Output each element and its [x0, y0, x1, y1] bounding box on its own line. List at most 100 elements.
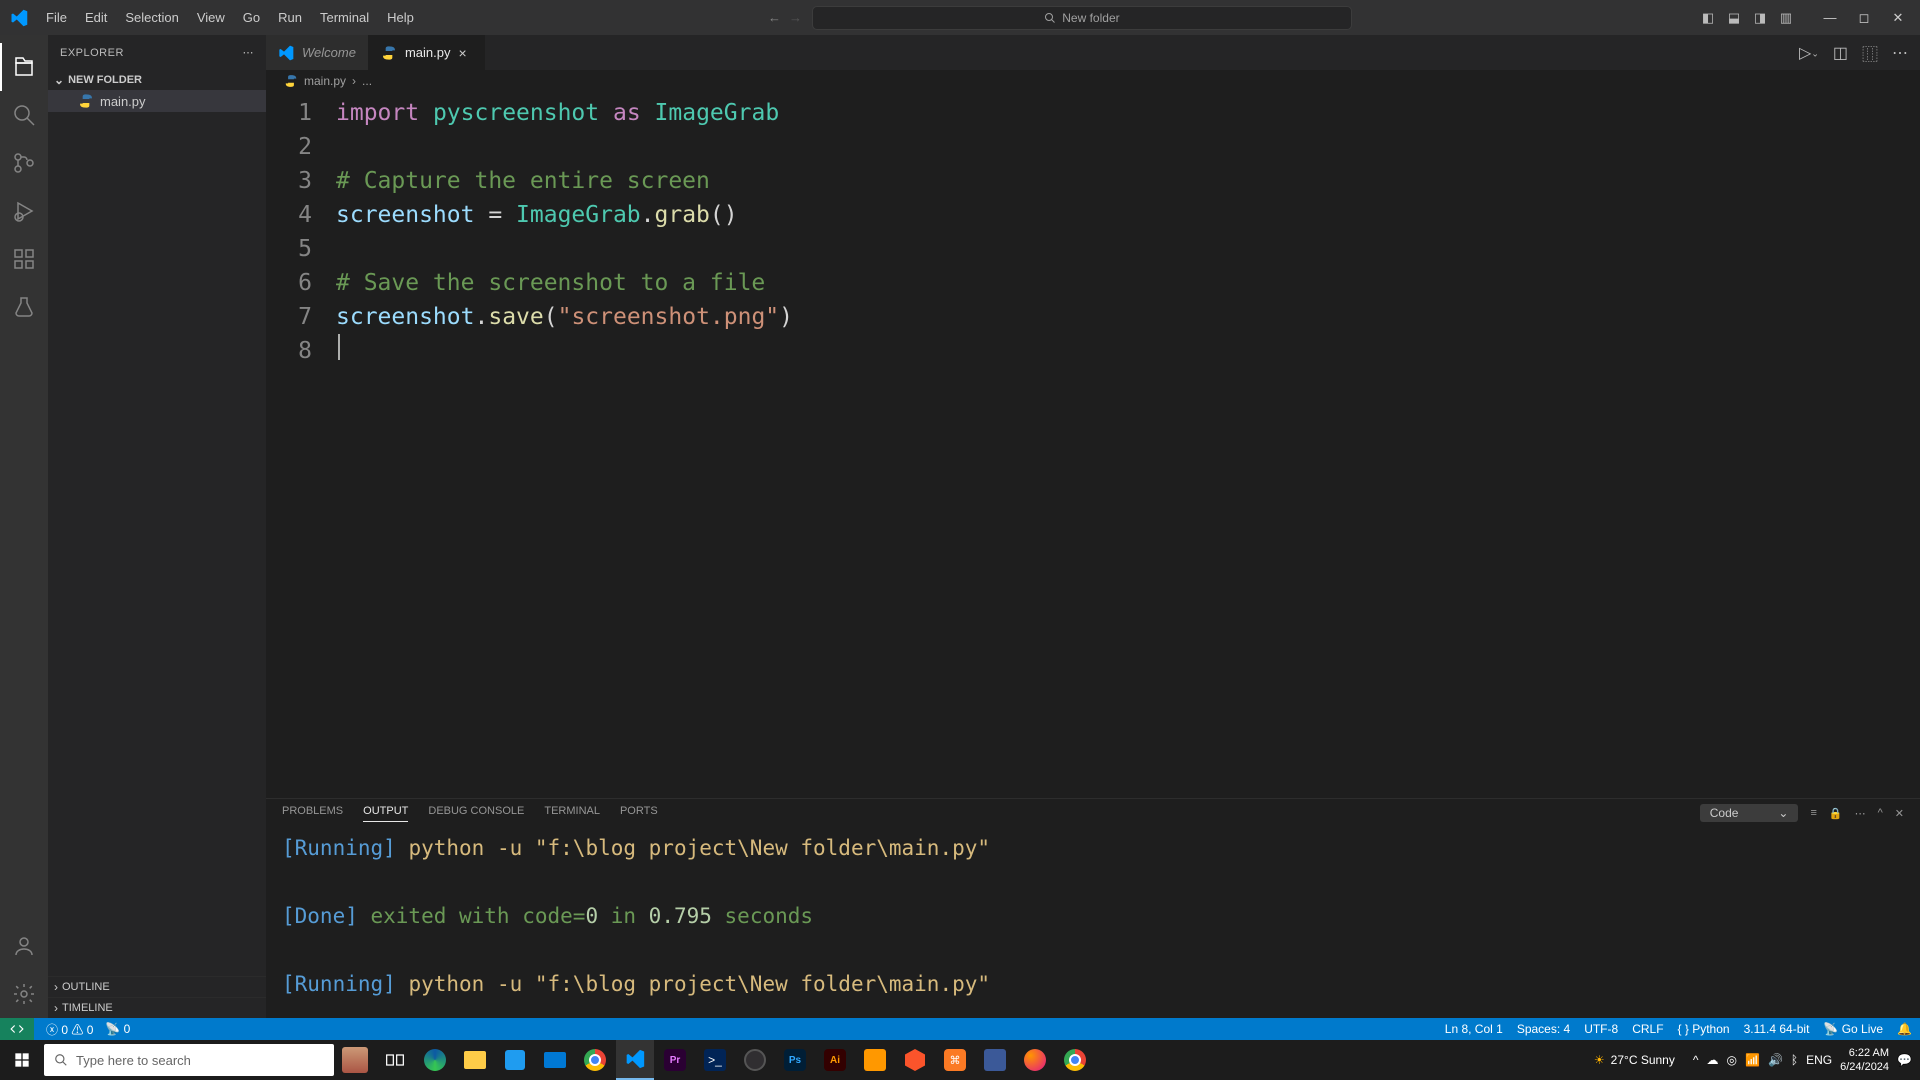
- taskbar-powershell-icon[interactable]: >_: [696, 1040, 734, 1080]
- status-language[interactable]: { } Python: [1678, 1022, 1730, 1036]
- panel-tab-terminal[interactable]: TERMINAL: [544, 805, 600, 821]
- menu-run[interactable]: Run: [270, 6, 310, 29]
- customize-layout-icon[interactable]: ▥: [1776, 10, 1796, 26]
- chevron-down-icon: ⌄: [1778, 806, 1788, 820]
- code-editor[interactable]: 12345678 import pyscreenshot as ImageGra…: [266, 92, 1920, 798]
- menu-help[interactable]: Help: [379, 6, 422, 29]
- status-python-version[interactable]: 3.11.4 64-bit: [1744, 1022, 1810, 1036]
- activity-explorer-icon[interactable]: [0, 43, 48, 91]
- window-maximize-icon[interactable]: ◻: [1850, 10, 1878, 26]
- nav-back-icon[interactable]: ←: [768, 10, 781, 25]
- taskbar-vscode-icon[interactable]: [616, 1040, 654, 1080]
- status-cursor-position[interactable]: Ln 8, Col 1: [1445, 1022, 1503, 1036]
- taskbar-obs-icon[interactable]: [736, 1040, 774, 1080]
- nav-forward-icon[interactable]: →: [789, 10, 802, 25]
- explorer-more-icon[interactable]: ⋯: [243, 46, 255, 59]
- output-channel-selector[interactable]: Code⌄: [1700, 804, 1799, 822]
- menu-file[interactable]: File: [38, 6, 75, 29]
- menu-go[interactable]: Go: [235, 6, 268, 29]
- tab-welcome[interactable]: Welcome: [266, 35, 369, 70]
- taskbar-app-icon[interactable]: [976, 1040, 1014, 1080]
- taskbar-explorer-icon[interactable]: [456, 1040, 494, 1080]
- folder-header[interactable]: ⌄ NEW FOLDER: [48, 70, 266, 90]
- activity-source-control-icon[interactable]: [0, 139, 48, 187]
- taskbar-sublime-icon[interactable]: [856, 1040, 894, 1080]
- taskbar-edge-icon[interactable]: [416, 1040, 454, 1080]
- python-file-icon: [381, 45, 397, 61]
- taskbar-store-icon[interactable]: [496, 1040, 534, 1080]
- tab-close-icon[interactable]: ×: [458, 45, 472, 61]
- taskbar-premiere-icon[interactable]: Pr: [656, 1040, 694, 1080]
- breadcrumb-file: main.py: [304, 74, 346, 88]
- status-errors[interactable]: ⓧ 0 ⚠ 0: [46, 1021, 93, 1038]
- menu-edit[interactable]: Edit: [77, 6, 115, 29]
- command-center-search[interactable]: New folder: [812, 6, 1352, 30]
- panel-maximize-icon[interactable]: ^: [1878, 807, 1883, 819]
- tray-bluetooth-icon[interactable]: ᛒ: [1791, 1053, 1798, 1067]
- menu-selection[interactable]: Selection: [117, 6, 186, 29]
- outline-section[interactable]: ›OUTLINE: [48, 976, 266, 997]
- activity-settings-icon[interactable]: [0, 970, 48, 1018]
- activity-run-debug-icon[interactable]: [0, 187, 48, 235]
- remote-indicator-icon[interactable]: [0, 1018, 34, 1040]
- taskbar-brave-icon[interactable]: [896, 1040, 934, 1080]
- taskbar-chrome-icon[interactable]: [576, 1040, 614, 1080]
- taskbar-weather[interactable]: ☀ 27°C Sunny: [1594, 1053, 1675, 1067]
- tray-language[interactable]: ENG: [1806, 1053, 1832, 1067]
- status-eol[interactable]: CRLF: [1632, 1022, 1663, 1036]
- taskbar-photoshop-icon[interactable]: Ps: [776, 1040, 814, 1080]
- output-content[interactable]: [Running] python -u "f:\blog project\New…: [266, 827, 1920, 1018]
- tray-notifications-icon[interactable]: 💬: [1897, 1053, 1912, 1067]
- window-close-icon[interactable]: ✕: [1884, 10, 1912, 26]
- panel-tab-ports[interactable]: PORTS: [620, 805, 658, 821]
- panel-close-icon[interactable]: ✕: [1895, 807, 1904, 820]
- status-indentation[interactable]: Spaces: 4: [1517, 1022, 1570, 1036]
- output-lock-icon[interactable]: 🔒: [1829, 807, 1843, 820]
- start-button[interactable]: [2, 1040, 42, 1080]
- activity-extensions-icon[interactable]: [0, 235, 48, 283]
- taskbar-firefox-icon[interactable]: [1016, 1040, 1054, 1080]
- menu-terminal[interactable]: Terminal: [312, 6, 377, 29]
- panel-tab-output[interactable]: OUTPUT: [363, 805, 408, 822]
- status-go-live[interactable]: 📡 Go Live: [1823, 1022, 1883, 1036]
- taskbar-clock[interactable]: 6:22 AM 6/24/2024: [1840, 1046, 1889, 1074]
- tray-network-icon[interactable]: 📶: [1745, 1053, 1760, 1067]
- split-right-icon[interactable]: ⿲: [1862, 41, 1878, 65]
- tray-onedrive-icon[interactable]: ☁: [1707, 1053, 1719, 1067]
- output-filter-icon[interactable]: ≡: [1810, 807, 1816, 819]
- status-ports[interactable]: 📡 0: [105, 1022, 130, 1036]
- taskbar-doodle-icon[interactable]: [336, 1040, 374, 1080]
- activity-accounts-icon[interactable]: [0, 922, 48, 970]
- tab-more-icon[interactable]: ⋯: [1892, 43, 1908, 63]
- taskbar-mail-icon[interactable]: [536, 1040, 574, 1080]
- taskbar-illustrator-icon[interactable]: Ai: [816, 1040, 854, 1080]
- tray-meet-icon[interactable]: ◎: [1727, 1053, 1737, 1067]
- toggle-primary-sidebar-icon[interactable]: ◧: [1698, 10, 1718, 26]
- activity-testing-icon[interactable]: [0, 283, 48, 331]
- breadcrumb[interactable]: main.py › ...: [266, 70, 1920, 92]
- code-content[interactable]: import pyscreenshot as ImageGrab # Captu…: [336, 96, 1920, 798]
- tray-chevron-icon[interactable]: ^: [1693, 1053, 1699, 1067]
- split-editor-icon[interactable]: ◫: [1833, 43, 1848, 63]
- run-file-icon[interactable]: ▷⌄: [1799, 43, 1819, 63]
- chevron-right-icon: ›: [54, 980, 58, 994]
- tray-volume-icon[interactable]: 🔊: [1768, 1053, 1783, 1067]
- tab-main-py[interactable]: main.py ×: [369, 35, 486, 70]
- panel-tab-debug[interactable]: DEBUG CONSOLE: [428, 805, 524, 821]
- toggle-panel-icon[interactable]: ⬓: [1724, 10, 1744, 26]
- taskbar-chrome2-icon[interactable]: [1056, 1040, 1094, 1080]
- panel-more-icon[interactable]: ⋯: [1855, 807, 1866, 820]
- file-item-main-py[interactable]: main.py: [48, 90, 266, 112]
- status-encoding[interactable]: UTF-8: [1584, 1022, 1618, 1036]
- window-minimize-icon[interactable]: —: [1816, 10, 1844, 25]
- taskbar-taskview-icon[interactable]: [376, 1040, 414, 1080]
- taskbar-xampp-icon[interactable]: ⌘: [936, 1040, 974, 1080]
- timeline-section[interactable]: ›TIMELINE: [48, 997, 266, 1018]
- menu-view[interactable]: View: [189, 6, 233, 29]
- activity-search-icon[interactable]: [0, 91, 48, 139]
- panel-tab-problems[interactable]: PROBLEMS: [282, 805, 343, 821]
- taskbar-search[interactable]: Type here to search: [44, 1044, 334, 1076]
- toggle-secondary-sidebar-icon[interactable]: ◨: [1750, 10, 1770, 26]
- status-notifications-icon[interactable]: 🔔: [1897, 1022, 1912, 1036]
- breadcrumb-rest: ...: [362, 74, 372, 88]
